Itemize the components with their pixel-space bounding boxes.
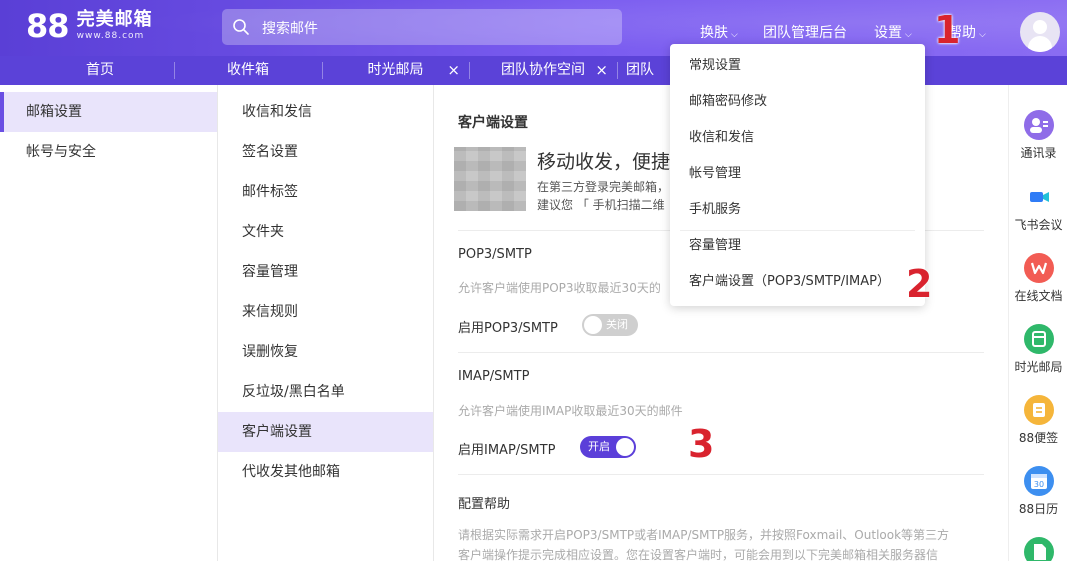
tab-time-post[interactable]: 时光邮局 × (323, 56, 468, 85)
menu-item-storage[interactable]: 容量管理 (670, 228, 925, 264)
app-rail: 通讯录 飞书会议 在线文档 时光邮局 88便签 30 88日历 (1008, 85, 1067, 561)
app-file[interactable] (1009, 537, 1067, 561)
promo-line: 建议您 「 手机扫描二维 (537, 198, 665, 212)
skin-menu[interactable]: 换肤 ⌵ (700, 22, 738, 42)
annotation-number: 2 (906, 262, 933, 306)
settings-sidebar: 邮箱设置 帐号与安全 (0, 85, 218, 561)
imap-toggle-label: 启用IMAP/SMTP (458, 443, 556, 458)
calendar-day: 30 (1033, 480, 1043, 489)
subnav-item-client-settings[interactable]: 客户端设置 (218, 412, 433, 452)
subnav-item[interactable]: 反垃圾/黑白名单 (218, 372, 433, 412)
qr-code-image (454, 147, 526, 211)
search-icon (233, 19, 249, 35)
contacts-icon (1023, 110, 1054, 140)
tab-inbox[interactable]: 收件箱 (188, 56, 308, 85)
settings-menu[interactable]: 设置 ⌵ (874, 22, 912, 42)
subnav-item[interactable]: 容量管理 (218, 252, 433, 292)
logo[interactable]: 88 完美邮箱 www.88.com (26, 7, 153, 45)
chevron-down-icon: ⌵ (731, 30, 738, 40)
sidebar-item-mailbox-settings[interactable]: 邮箱设置 (0, 92, 217, 132)
subnav-item[interactable]: 文件夹 (218, 212, 433, 252)
imap-toggle[interactable]: 开启 (580, 436, 636, 458)
tab-separator (617, 62, 618, 79)
menu-item-accounts[interactable]: 帐号管理 (670, 156, 925, 192)
video-meeting-icon (1024, 182, 1054, 212)
tab-separator (174, 62, 175, 79)
file-icon (1023, 537, 1054, 561)
logo-88: 88 (26, 7, 70, 45)
promo-line: 在第三方登录完美邮箱， (537, 180, 670, 194)
page-title: 客户端设置 (458, 115, 528, 131)
tab-home[interactable]: 首页 (40, 56, 160, 85)
promo-title: 移动收发，便捷高 (537, 151, 690, 173)
close-icon[interactable]: × (595, 56, 608, 85)
menu-item-general[interactable]: 常规设置 (670, 48, 925, 84)
search-placeholder: 搜索邮件 (262, 21, 318, 37)
sidebar-item-account-security[interactable]: 帐号与安全 (0, 132, 217, 172)
imap-section-title: IMAP/SMTP (458, 369, 530, 384)
pop3-toggle[interactable]: 关闭 (582, 314, 638, 336)
team-admin-link[interactable]: 团队管理后台 (763, 22, 847, 42)
pop3-description: 允许客户端使用POP3收取最近30天的 (458, 281, 661, 295)
app-contacts[interactable]: 通讯录 (1009, 110, 1067, 161)
chevron-down-icon: ⌵ (979, 30, 986, 40)
settings-dropdown: 常规设置 邮箱密码修改 收信和发信 帐号管理 手机服务 容量管理 客户端设置（P… (670, 44, 925, 306)
help-section-title: 配置帮助 (458, 497, 511, 512)
calendar-icon: 30 (1023, 466, 1054, 496)
subnav-item[interactable]: 签名设置 (218, 132, 433, 172)
subnav-item[interactable]: 邮件标签 (218, 172, 433, 212)
annotation-number: 3 (688, 422, 715, 466)
app-sticky-note[interactable]: 88便签 (1009, 395, 1067, 446)
imap-description: 允许客户端使用IMAP收取最近30天的邮件 (458, 404, 683, 418)
divider (458, 474, 984, 475)
time-post-icon (1023, 324, 1054, 354)
subnav-item[interactable]: 误删恢复 (218, 332, 433, 372)
menu-item-send-receive[interactable]: 收信和发信 (670, 120, 925, 156)
pop3-section-title: POP3/SMTP (458, 247, 532, 262)
app-calendar[interactable]: 30 88日历 (1009, 466, 1067, 517)
menu-item-password[interactable]: 邮箱密码修改 (670, 84, 925, 120)
search-input[interactable]: 搜索邮件 (222, 9, 622, 45)
logo-name: 完美邮箱 (76, 9, 153, 30)
menu-item-mobile[interactable]: 手机服务 (670, 192, 925, 228)
settings-subnav: 收信和发信 签名设置 邮件标签 文件夹 容量管理 来信规则 误删恢复 反垃圾/黑… (218, 85, 434, 561)
online-doc-icon (1023, 253, 1054, 283)
avatar-head-shape (1033, 20, 1047, 34)
app-online-doc[interactable]: 在线文档 (1009, 253, 1067, 304)
toggle-knob (584, 316, 602, 334)
subnav-item[interactable]: 代收发其他邮箱 (218, 452, 433, 492)
menu-item-client-settings[interactable]: 客户端设置（POP3/SMTP/IMAP） (670, 264, 925, 300)
close-icon[interactable]: × (447, 56, 460, 85)
avatar-body-shape (1028, 36, 1052, 52)
chevron-down-icon: ⌵ (905, 30, 912, 40)
app-feishu-meeting[interactable]: 飞书会议 (1009, 182, 1067, 233)
pop3-toggle-label: 启用POP3/SMTP (458, 321, 558, 336)
subnav-item[interactable]: 收信和发信 (218, 92, 433, 132)
annotation-number: 1 (934, 8, 961, 52)
logo-url: www.88.com (76, 31, 145, 41)
avatar[interactable] (1020, 12, 1060, 52)
subnav-item[interactable]: 来信规则 (218, 292, 433, 332)
divider (458, 352, 984, 353)
tab-team-space[interactable]: 团队协作空间 × (470, 56, 616, 85)
app-time-post[interactable]: 时光邮局 (1009, 324, 1067, 375)
help-text: 请根据实际需求开启POP3/SMTP或者IMAP/SMTP服务，并按照Foxma… (458, 528, 950, 561)
toggle-knob (616, 438, 634, 456)
sticky-note-icon (1023, 395, 1054, 425)
